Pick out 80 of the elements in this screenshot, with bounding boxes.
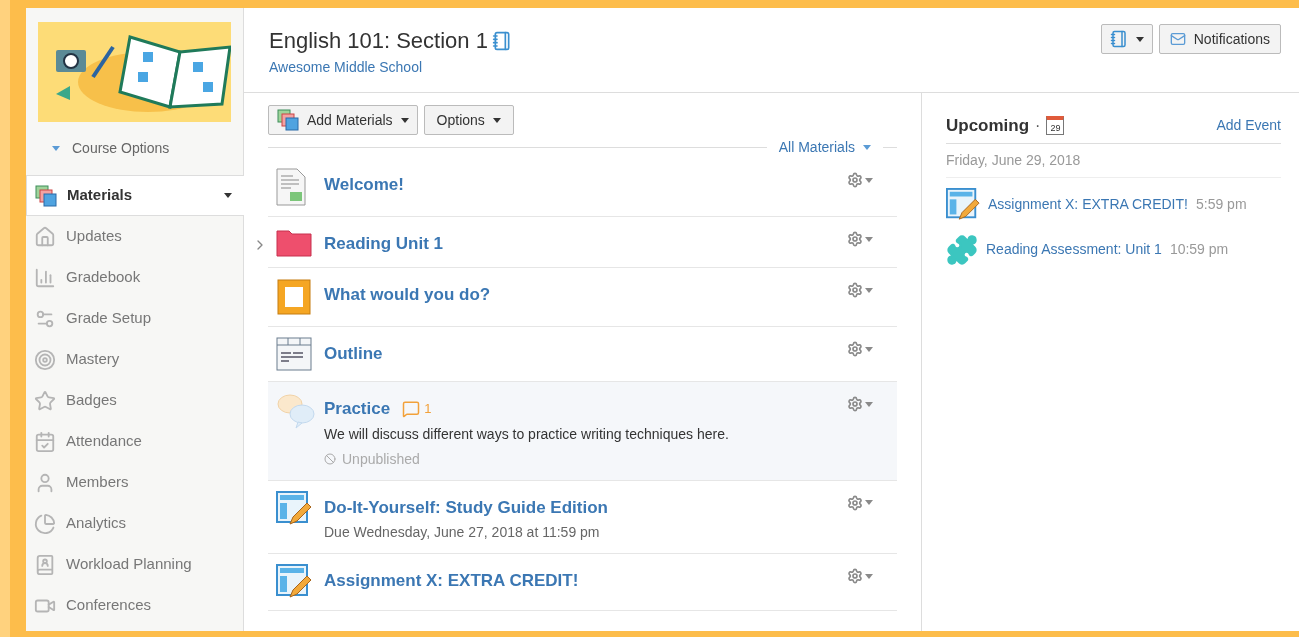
add-event-link[interactable]: Add Event [1216,115,1281,137]
puzzle-piece-icon [946,233,978,266]
sidebar-nav-item[interactable]: Updates [26,216,243,257]
event-title-link[interactable]: Assignment X: EXTRA CREDIT! [988,194,1188,215]
sidebar-nav-item[interactable]: Conferences [26,585,243,626]
course-options-toggle[interactable]: Course Options [26,138,243,159]
school-link[interactable]: Awesome Middle School [269,57,512,78]
speech-bubbles-icon [276,392,316,430]
material-title-link[interactable]: Do-It-Yourself: Study Guide Edition [324,494,608,520]
material-title-link[interactable]: Reading Unit 1 [324,231,443,257]
material-description: We will discuss different ways to practice writing techniques here. [324,424,730,444]
all-materials-filter[interactable]: All Materials [766,137,883,158]
sidebar-nav-item[interactable]: Mastery [26,339,243,380]
status-label: Unpublished [342,449,420,469]
notebook-menu-button[interactable] [1100,24,1153,54]
material-title-link[interactable]: Outline [324,341,383,367]
analytics-icon [34,512,56,535]
event-time: 5:59 pm [1195,195,1247,214]
sidebar-nav-item[interactable]: Analytics [26,503,243,544]
stacked-pictures-icon [35,184,57,207]
sidebar-nav-item[interactable]: Grade Setup [26,298,243,339]
gear-icon [847,172,863,188]
separator-dot: · [1035,115,1041,136]
unpublished-icon [324,453,336,465]
calendar-day-icon: 29 [1046,116,1065,136]
course-title: English 101: Section 1 [269,27,488,55]
badges-icon [34,389,56,412]
sidebar-nav-item[interactable]: Materials [26,175,244,216]
caret-icon [400,117,409,123]
add-materials-button[interactable]: Add Materials [268,105,418,135]
material-title-link[interactable]: Welcome! [324,172,404,198]
upcoming-heading: Upcoming [946,115,1030,137]
sidebar-nav-item[interactable]: Members [26,462,243,503]
mastery-icon [34,348,56,371]
sidebar-nav-item[interactable]: Badges [26,380,243,421]
sidebar-nav-item[interactable]: Attendance [26,421,243,462]
event-time: 10:59 pm [1169,240,1229,259]
material-title-link[interactable]: Assignment X: EXTRA CREDIT! [324,568,579,594]
due-date: Due Wednesday, June 27, 2018 at 11:59 pm [324,523,601,542]
outline-page-icon [276,337,312,371]
material-title-link[interactable]: Practice [324,396,391,422]
notebook-icon [491,30,512,51]
gear-icon [847,568,863,584]
notifications-button[interactable]: Notifications [1158,24,1281,54]
caret-icon [224,193,232,198]
sidebar-nav-item[interactable]: Gradebook [26,257,243,298]
stacked-pictures-icon [277,109,299,131]
gear-icon [847,282,863,298]
document-with-picture-icon [276,168,306,206]
form-with-pencil-icon [946,187,980,222]
caret-icon [865,177,873,183]
comment-count: 1 [424,400,432,418]
date-heading: Friday, June 29, 2018 [946,143,1281,178]
notebook-icon [1109,30,1128,48]
event-title-link[interactable]: Reading Assessment: Unit 1 [986,239,1162,260]
gradebook-icon [34,266,56,289]
envelope-icon [1169,31,1186,47]
gear-icon [847,341,863,357]
attendance-icon [34,430,56,453]
updates-icon [34,225,56,248]
folder-icon [276,227,312,257]
gear-icon [847,231,863,247]
material-title-link[interactable]: What would you do? [324,282,491,308]
gear-icon [847,396,863,412]
caret-icon [865,346,873,352]
comment-icon [402,399,421,418]
caret-icon [865,287,873,293]
caret-icon [1135,36,1144,42]
caret-icon [865,573,873,579]
caret-icon [52,146,60,151]
options-button[interactable]: Options [423,105,514,135]
sidebar-nav-item[interactable]: Workload Planning [26,544,243,585]
framed-page-icon [276,278,312,316]
caret-icon [865,236,873,242]
caret-icon [863,145,871,150]
caret-icon [865,500,873,505]
gear-icon [847,494,863,511]
caret-icon [865,401,873,407]
caret-icon [492,117,501,123]
workload-icon [34,553,56,576]
